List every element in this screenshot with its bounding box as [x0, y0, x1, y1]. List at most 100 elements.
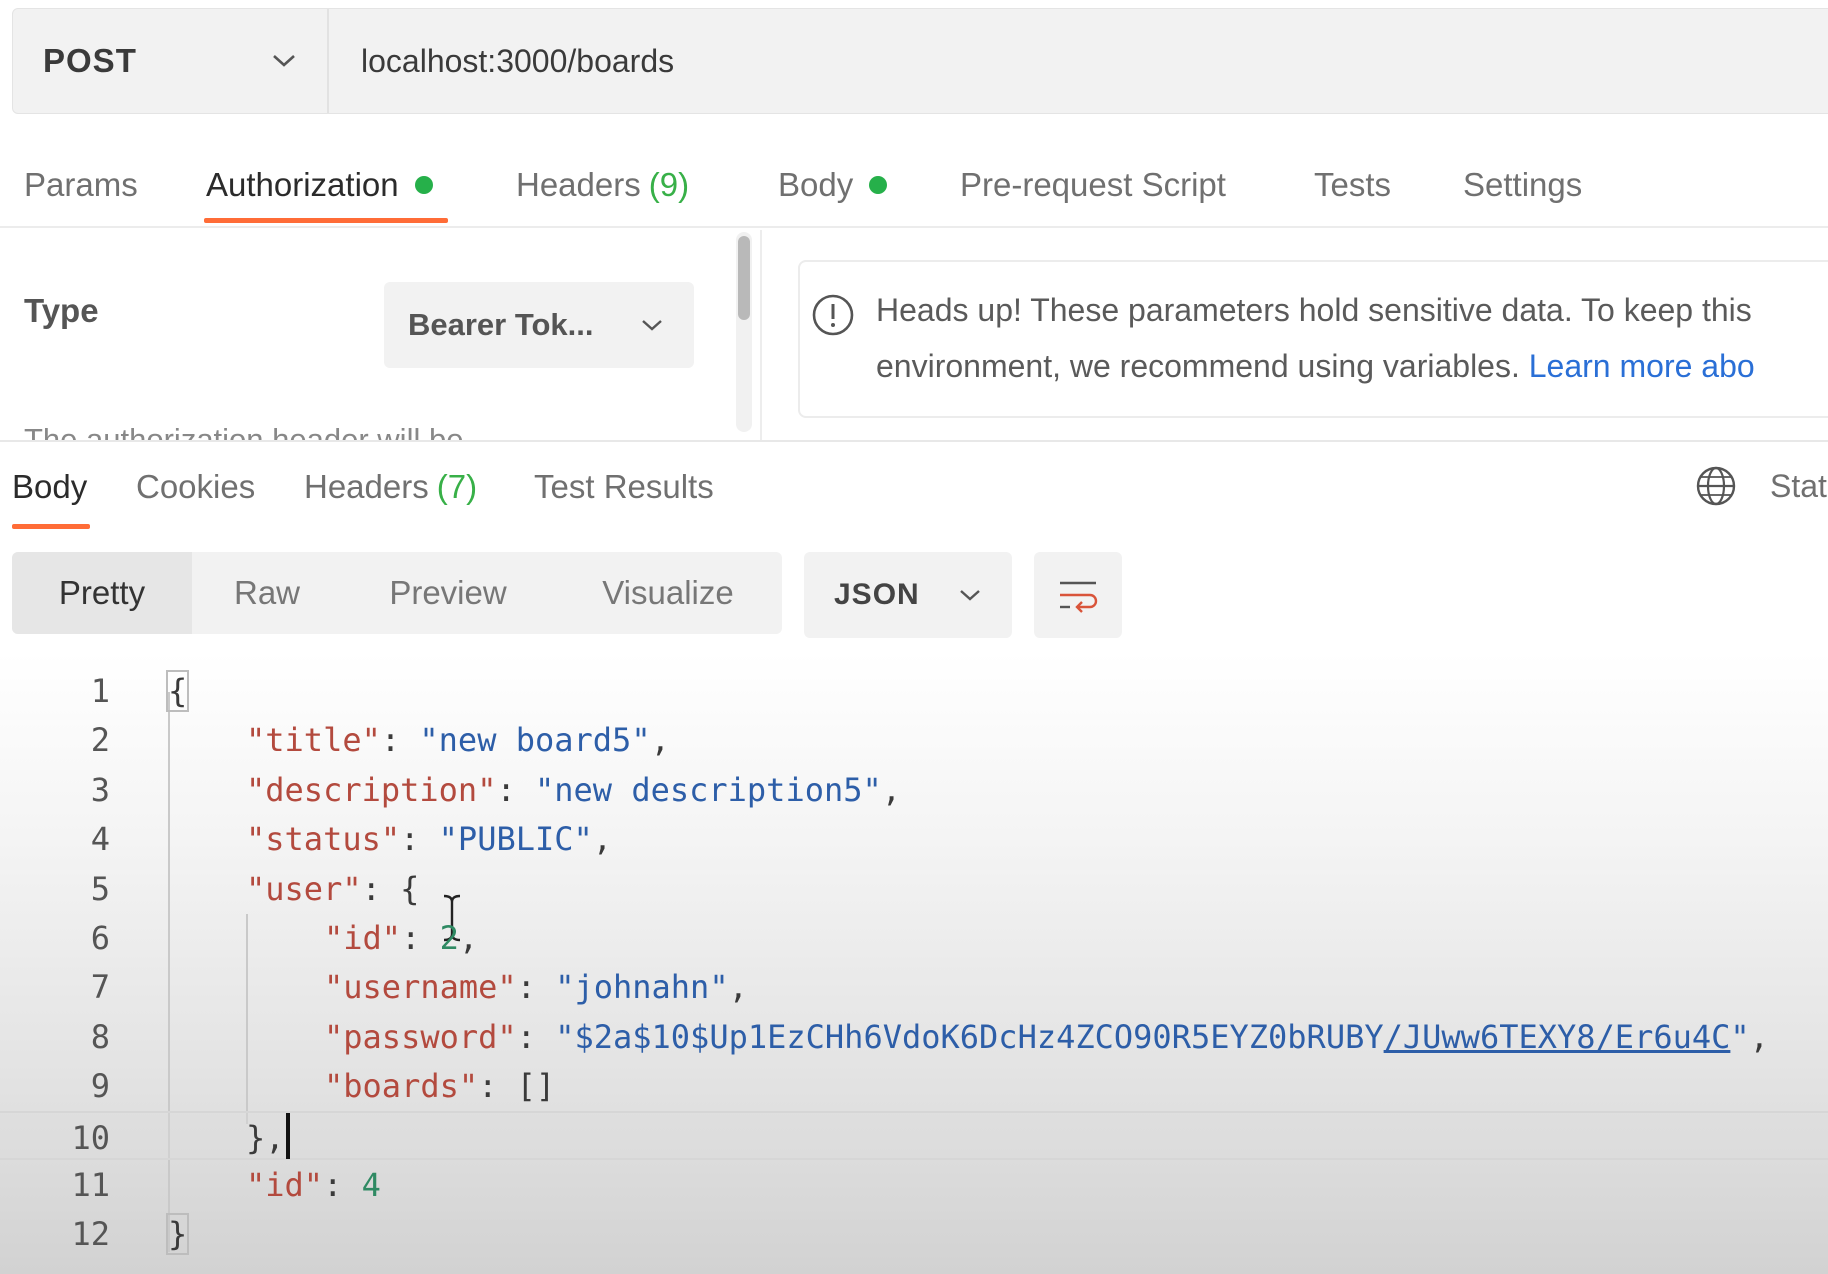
- code-line: 1{: [0, 666, 1828, 715]
- code-token: ,: [650, 721, 670, 760]
- format-label: JSON: [834, 578, 920, 611]
- response-body-editor[interactable]: 1{2 "title": "new board5", 3 "description":…: [0, 652, 1828, 1274]
- view-mode-visualize[interactable]: Visualize: [554, 552, 782, 634]
- code-text: "password": "$2a$10$Up1EzCHh6VdoK6DcHz4Z…: [324, 1018, 1769, 1056]
- text-caret: [286, 1112, 290, 1159]
- code-text: "user": {: [246, 870, 419, 908]
- code-text: "boards": []: [324, 1067, 555, 1105]
- code-token: :: [496, 770, 535, 809]
- response-tab-test-results[interactable]: Test Results: [534, 462, 714, 512]
- auth-type-panel: Type Bearer Tok... The authorization hea…: [0, 230, 760, 440]
- tab-count: (7): [436, 468, 478, 505]
- line-number: 10: [71, 1118, 110, 1157]
- code-token: ,: [1749, 1017, 1769, 1056]
- warning-text-line1: Heads up! These parameters hold sensitiv…: [876, 292, 1752, 328]
- code-token: :: [516, 968, 556, 1007]
- code-token: "boards": [324, 1067, 479, 1106]
- code-line: 5 "user": {: [0, 864, 1828, 913]
- method-label: POST: [43, 42, 137, 79]
- request-url-bar: POST localhost:3000/boards: [12, 8, 1828, 114]
- code-text: }: [165, 1213, 190, 1256]
- tab-settings[interactable]: Settings: [1463, 160, 1582, 210]
- line-number: 11: [71, 1166, 110, 1204]
- exclamation-circle-icon: [812, 294, 854, 336]
- method-select[interactable]: POST: [13, 9, 329, 113]
- tab-pre-request-script[interactable]: Pre-request Script: [960, 160, 1226, 210]
- tab-label: Headers: [304, 468, 429, 505]
- code-line: 11 "id": 4: [0, 1160, 1828, 1209]
- tab-body[interactable]: Body: [778, 160, 888, 210]
- code-token: : {: [361, 869, 420, 908]
- code-line: 7 "username": "johnahn",: [0, 962, 1828, 1011]
- line-number: 3: [90, 770, 110, 809]
- code-token: "id": [324, 919, 402, 957]
- auth-note-text: The authorization header will be: [24, 422, 464, 440]
- code-token: "new board5": [419, 721, 651, 760]
- view-mode-segmented: Pretty Raw Preview Visualize: [12, 552, 782, 634]
- code-text: {: [165, 670, 190, 712]
- code-token: /JUww6TEXY8/Er6u4C: [1383, 1017, 1731, 1056]
- line-number: 12: [71, 1215, 110, 1254]
- code-text: },: [246, 1119, 285, 1157]
- tab-label: Body: [12, 468, 88, 505]
- code-token: "password": [324, 1017, 517, 1056]
- code-token: {: [165, 670, 190, 712]
- line-number: 1: [90, 672, 110, 710]
- line-number: 2: [90, 721, 110, 760]
- chevron-down-icon: [642, 320, 662, 331]
- tab-authorization[interactable]: Authorization: [206, 160, 433, 210]
- code-line: 4 "status": "PUBLIC",: [0, 814, 1828, 863]
- auth-scrollbar-thumb[interactable]: [738, 236, 750, 320]
- code-token: "username": [324, 968, 517, 1007]
- globe-icon[interactable]: [1694, 464, 1738, 508]
- tab-params[interactable]: Params: [24, 160, 138, 210]
- response-tab-body[interactable]: Body: [12, 462, 87, 512]
- sensitive-data-warning: Heads up! These parameters hold sensitiv…: [798, 260, 1828, 418]
- url-input[interactable]: localhost:3000/boards: [329, 43, 674, 80]
- response-tab-cookies[interactable]: Cookies: [136, 462, 255, 512]
- tab-label: Settings: [1463, 166, 1583, 203]
- tab-label: Test Results: [534, 468, 714, 505]
- warning-text-line2: environment, we recommend using variable…: [876, 348, 1755, 385]
- tab-tests[interactable]: Tests: [1314, 160, 1391, 210]
- request-response-divider[interactable]: [0, 440, 1828, 442]
- active-tab-indicator: [204, 218, 448, 223]
- warning-text: environment, we recommend using variable…: [876, 348, 1529, 384]
- pane-divider[interactable]: [760, 230, 762, 440]
- tab-label: Authorization: [206, 166, 399, 203]
- line-number: 5: [90, 869, 110, 908]
- learn-more-link[interactable]: Learn more abo: [1529, 348, 1755, 384]
- tab-label: Body: [778, 166, 854, 203]
- tab-count: (9): [648, 166, 690, 203]
- code-token: ,: [458, 919, 479, 957]
- code-line: 10},: [0, 1110, 1828, 1160]
- code-token: "johnahn": [555, 968, 729, 1007]
- status-dot-icon: [869, 176, 888, 194]
- response-active-tab-indicator: [12, 524, 90, 529]
- code-text: "title": "new board5",: [246, 721, 670, 759]
- response-tab-headers[interactable]: Headers (7): [304, 462, 477, 512]
- code-token: ": [1730, 1017, 1750, 1056]
- code-token: "status": [246, 820, 401, 859]
- code-token: ,: [592, 820, 613, 859]
- tab-headers[interactable]: Headers (9): [516, 160, 689, 210]
- view-mode-preview[interactable]: Preview: [342, 552, 554, 634]
- tab-label: Params: [24, 166, 138, 203]
- line-number: 8: [90, 1017, 110, 1056]
- code-line: 8 "password": "$2a$10$Up1EzCHh6VdoK6DcHz4…: [0, 1012, 1828, 1061]
- auth-type-select[interactable]: Bearer Tok...: [384, 282, 694, 368]
- tab-label: Cookies: [136, 468, 256, 505]
- view-mode-raw[interactable]: Raw: [192, 552, 342, 634]
- code-token: "title": [246, 721, 381, 760]
- wrap-lines-button[interactable]: [1034, 552, 1122, 638]
- status-label: Stat: [1770, 468, 1827, 504]
- code-line: 3 "description": "new description5",: [0, 765, 1828, 814]
- line-number: 7: [90, 968, 110, 1007]
- view-mode-pretty[interactable]: Pretty: [12, 552, 192, 634]
- format-select[interactable]: JSON: [804, 552, 1012, 638]
- code-token: "$2a$10$Up1EzCHh6VdoK6DcHz4ZCO90R5EYZ0bR…: [555, 1017, 1384, 1056]
- tab-label: Tests: [1314, 166, 1392, 203]
- auth-type-label: Type: [24, 292, 99, 329]
- code-token: 4: [361, 1166, 381, 1204]
- tab-label: Pre-request Script: [960, 166, 1226, 203]
